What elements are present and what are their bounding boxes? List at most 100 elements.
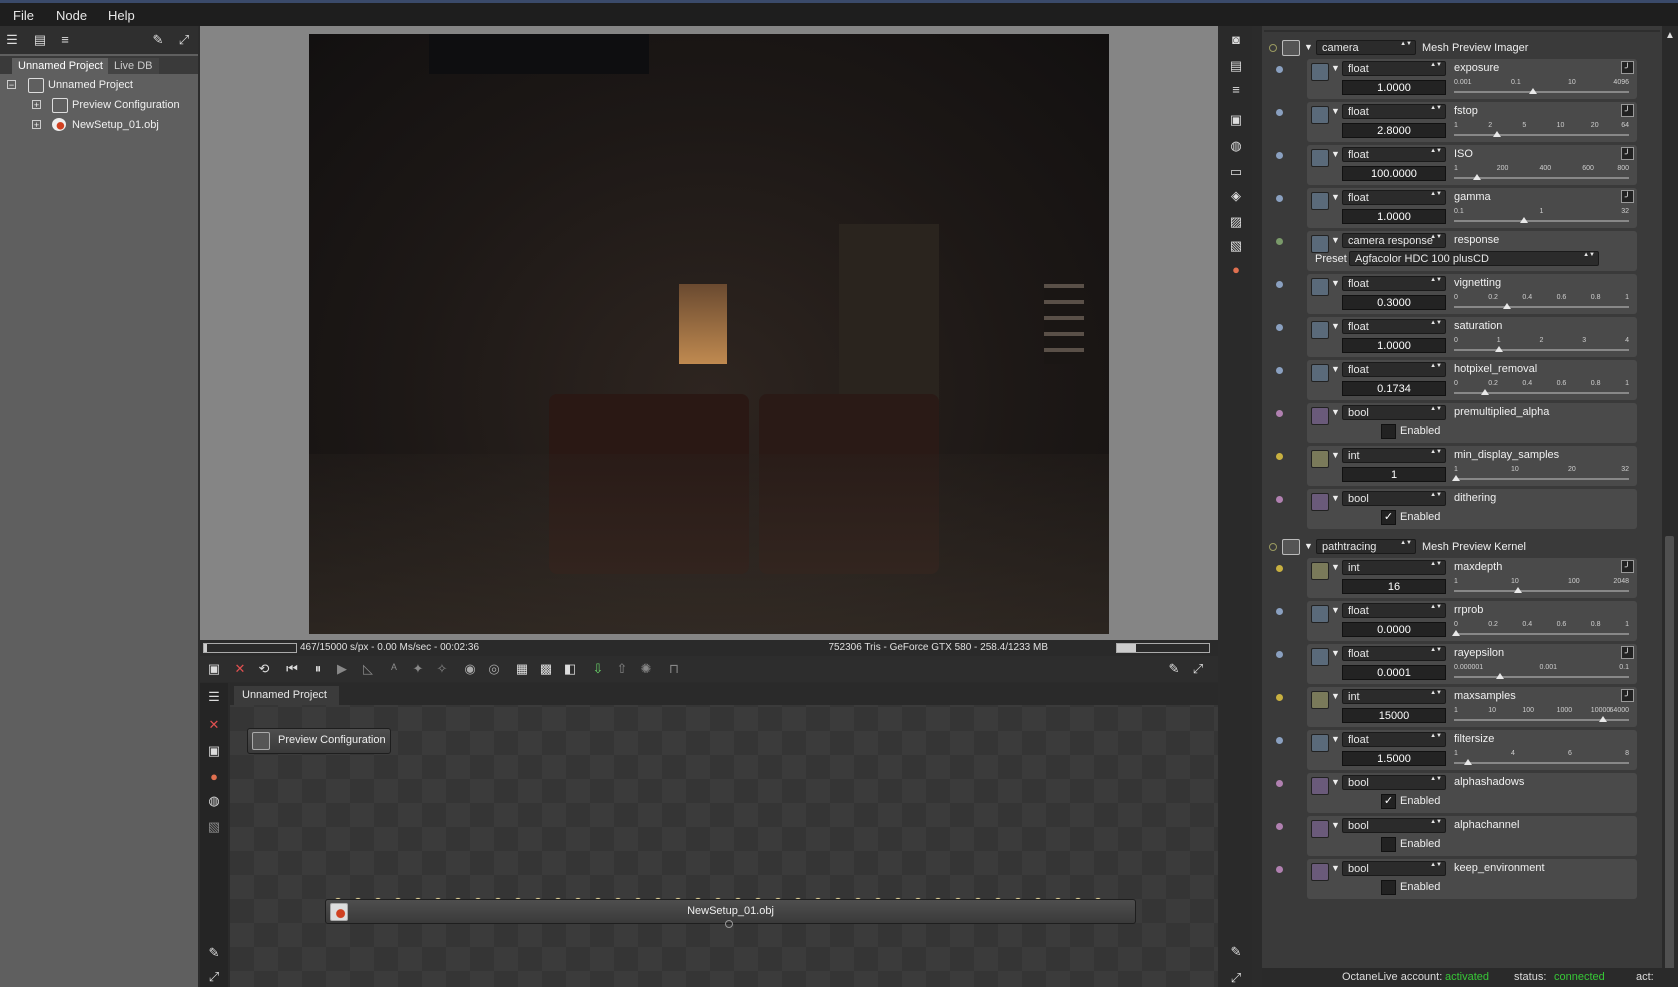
compare-icon[interactable]: ◧ — [562, 661, 578, 677]
expand-icon[interactable]: + — [32, 120, 41, 130]
value-slider[interactable]: 0 0.2 0.4 0.6 0.8 1 — [1454, 294, 1629, 311]
param-pin[interactable] — [1276, 453, 1283, 460]
curve-toggle-icon[interactable]: ╯ — [1621, 646, 1634, 659]
menu-help[interactable]: Help — [108, 8, 135, 23]
slider-knob[interactable] — [1463, 759, 1472, 765]
collapse-triangle-icon[interactable]: ▼ — [1331, 562, 1340, 572]
sphere-icon[interactable]: ◉ — [462, 661, 478, 677]
tab-graph-project[interactable]: Unnamed Project — [234, 686, 339, 705]
checker-icon[interactable]: ▩ — [538, 661, 554, 677]
value-slider[interactable]: 0 0.2 0.4 0.6 0.8 1 — [1454, 380, 1629, 397]
curve-toggle-icon[interactable]: ╯ — [1621, 190, 1634, 203]
menu-icon[interactable]: ≡ — [1228, 82, 1244, 98]
collapse-triangle-icon[interactable]: ▼ — [1331, 648, 1340, 658]
fullscreen-icon[interactable]: ⤢ — [1190, 661, 1206, 677]
enabled-checkbox[interactable] — [1381, 880, 1396, 895]
play-icon[interactable]: ▶ — [334, 661, 350, 677]
curve-toggle-icon[interactable]: ╯ — [1621, 104, 1634, 117]
value-slider[interactable]: 0 1 2 3 4 — [1454, 337, 1629, 354]
value-field[interactable]: 1.0000 — [1342, 338, 1446, 353]
wrench-icon[interactable]: ✎ — [1166, 661, 1182, 677]
save-image-icon[interactable]: ▣ — [206, 661, 222, 677]
slider-knob[interactable] — [1503, 303, 1512, 309]
texture-icon[interactable]: ▧ — [206, 819, 222, 835]
value-slider[interactable]: 0.000001 0.001 0.1 — [1454, 664, 1629, 681]
curve-toggle-icon[interactable]: ╯ — [1621, 560, 1634, 573]
collapse-triangle-icon[interactable]: ▼ — [1331, 321, 1340, 331]
grid-icon[interactable]: ▦ — [514, 661, 530, 677]
param-pin[interactable] — [1276, 866, 1283, 873]
value-field[interactable]: 0.1734 — [1342, 381, 1446, 396]
collapse-triangle-icon[interactable]: ▼ — [1331, 734, 1340, 744]
collapse-icon[interactable]: − — [7, 80, 16, 90]
value-slider[interactable]: 0.1 1 32 — [1454, 208, 1629, 225]
panel-icon[interactable]: ▭ — [1228, 164, 1244, 180]
value-field[interactable]: 1.0000 — [1342, 209, 1446, 224]
picture-icon[interactable]: ▨ — [1228, 214, 1244, 230]
scroll-thumb[interactable] — [1665, 536, 1674, 976]
slider-knob[interactable] — [1599, 716, 1608, 722]
collapse-triangle-icon[interactable]: ▼ — [1331, 407, 1340, 417]
value-field[interactable]: 1.0000 — [1342, 80, 1446, 95]
param-pin[interactable] — [1276, 324, 1283, 331]
list-icon[interactable]: ☰ — [4, 32, 20, 48]
tree-item-mesh[interactable]: NewSetup_01.obj — [72, 116, 159, 134]
collapse-triangle-icon[interactable]: ▼ — [1331, 192, 1340, 202]
wrench-icon[interactable]: ✎ — [150, 32, 166, 48]
slider-knob[interactable] — [1452, 630, 1460, 636]
sphere-alt-icon[interactable]: ◎ — [486, 661, 502, 677]
value-field[interactable]: 15000 — [1342, 708, 1446, 723]
type-select[interactable]: float ▲▼ — [1342, 104, 1446, 119]
collapse-triangle-icon[interactable]: ▼ — [1331, 777, 1340, 787]
export-icon[interactable]: ⇧ — [614, 661, 630, 677]
value-field[interactable]: 16 — [1342, 579, 1446, 594]
slider-knob[interactable] — [1472, 174, 1481, 180]
collapse-triangle-icon[interactable]: ▼ — [1331, 691, 1340, 701]
slider-knob[interactable] — [1528, 88, 1537, 94]
type-select[interactable]: bool ▲▼ — [1342, 818, 1446, 833]
object-icon[interactable]: ● — [1228, 262, 1244, 278]
collapse-triangle-icon[interactable]: ▼ — [1331, 605, 1340, 615]
mesh-node-icon[interactable]: ● — [206, 769, 222, 785]
value-slider[interactable]: 1 200 400 600 800 — [1454, 165, 1629, 182]
slider-knob[interactable] — [1493, 131, 1502, 137]
type-select[interactable]: bool ▲▼ — [1342, 405, 1446, 420]
type-select[interactable]: int ▲▼ — [1342, 560, 1446, 575]
param-pin[interactable] — [1276, 694, 1283, 701]
type-select[interactable]: float ▲▼ — [1342, 147, 1446, 162]
node-preview-configuration[interactable]: Preview Configuration — [247, 728, 391, 754]
material-icon[interactable]: ◍ — [206, 793, 222, 809]
collapse-triangle-icon[interactable]: ▼ — [1331, 278, 1340, 288]
menu-icon[interactable]: ≡ — [57, 32, 73, 48]
value-field[interactable]: 100.0000 — [1342, 166, 1446, 181]
region-icon[interactable]: ◺ — [360, 661, 376, 677]
lock-icon[interactable]: ⊓ — [666, 661, 682, 677]
slider-knob[interactable] — [1452, 475, 1460, 481]
group-type-select[interactable]: camera ▲▼ — [1316, 40, 1416, 55]
type-select[interactable]: float ▲▼ — [1342, 732, 1446, 747]
value-slider[interactable]: 1 4 6 8 — [1454, 750, 1629, 767]
type-select[interactable]: float ▲▼ — [1342, 646, 1446, 661]
image-icon[interactable]: ▣ — [206, 743, 222, 759]
curve-toggle-icon[interactable]: ╯ — [1621, 689, 1634, 702]
wrench-icon[interactable]: ✎ — [206, 945, 222, 961]
value-field[interactable]: 0.0001 — [1342, 665, 1446, 680]
param-pin[interactable] — [1276, 66, 1283, 73]
param-pin[interactable] — [1276, 823, 1283, 830]
param-pin[interactable] — [1276, 410, 1283, 417]
value-slider[interactable]: 1 10 100 2048 — [1454, 578, 1629, 595]
type-select[interactable]: bool ▲▼ — [1342, 861, 1446, 876]
slider-knob[interactable] — [1496, 673, 1505, 679]
type-select[interactable]: bool ▲▼ — [1342, 491, 1446, 506]
tree-item-root[interactable]: Unnamed Project — [48, 76, 133, 94]
enabled-checkbox[interactable] — [1381, 837, 1396, 852]
param-pin[interactable] — [1276, 109, 1283, 116]
fullscreen-icon[interactable]: ⤢ — [176, 32, 192, 48]
type-select[interactable]: float ▲▼ — [1342, 190, 1446, 205]
param-pin[interactable] — [1276, 195, 1283, 202]
collapse-triangle-icon[interactable]: ▼ — [1331, 235, 1340, 245]
mesh-output-pin[interactable] — [725, 920, 733, 928]
slider-knob[interactable] — [1494, 346, 1503, 352]
slider-knob[interactable] — [1520, 217, 1529, 223]
group-pin[interactable] — [1269, 44, 1277, 52]
